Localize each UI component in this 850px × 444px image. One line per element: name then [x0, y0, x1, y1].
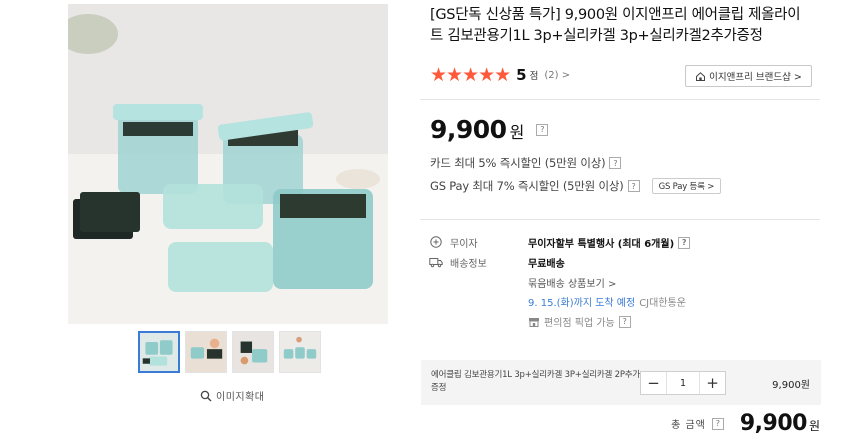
- rating-stars: ★★★★★: [430, 64, 511, 86]
- thumbnail-3[interactable]: [232, 331, 274, 373]
- image-zoom-button[interactable]: 이미지확대: [200, 388, 265, 403]
- interest-free-label: 무이자: [450, 239, 478, 250]
- price-amount: 9,900: [430, 115, 507, 144]
- rating-summary: ★★★★★ 5 점 (2) >: [430, 65, 570, 85]
- rating-unit: 점: [529, 71, 539, 82]
- store-pickup: 편의점 픽업 가능 ?: [528, 314, 631, 329]
- interest-free-icon: [430, 236, 442, 248]
- courier-name: CJ대한통운: [639, 298, 686, 309]
- quantity-input[interactable]: 1: [666, 372, 700, 394]
- gspay-discount-text: GS Pay 최대 7% 즉시할인 (5만원 이상): [430, 179, 624, 193]
- store-icon: [529, 317, 539, 327]
- divider: [420, 219, 820, 220]
- interest-free-help-icon[interactable]: ?: [678, 236, 691, 249]
- option-name: 에어클립 김보관용기1L 3p+실리카겔 3P+실리카겔 2P추가증정: [431, 370, 641, 393]
- price: 9,900 원 ?: [430, 115, 549, 144]
- product-title: [GS단독 신상품 특가] 9,900원 이지앤프리 에어클립 제올라이트 김보…: [430, 7, 801, 44]
- interest-free-text: 무이자할부 특별행사 (최대 6개월): [528, 239, 675, 250]
- quantity-plus-button[interactable]: +: [700, 372, 725, 394]
- free-shipping: 무료배송: [528, 259, 565, 270]
- quantity-stepper: − 1 +: [640, 371, 726, 395]
- thumbnail-2[interactable]: [185, 331, 227, 373]
- card-discount-text: 카드 최대 5% 즉시할인 (5만원 이상): [430, 156, 606, 170]
- magnifier-icon: [200, 390, 212, 401]
- shipping-label: 배송정보: [450, 259, 487, 270]
- option-price: 9,900원: [772, 380, 810, 391]
- zoom-label: 이미지확대: [216, 392, 265, 403]
- quantity-minus-button[interactable]: −: [641, 372, 666, 394]
- arrival-date: 9. 15.(화)까지 도착 예정: [528, 298, 636, 309]
- interest-free-value: 무이자할부 특별행사 (최대 6개월) ?: [528, 235, 691, 250]
- home-icon: [696, 71, 706, 81]
- store-pickup-help-icon[interactable]: ?: [618, 315, 631, 328]
- total-help-icon[interactable]: ?: [711, 417, 724, 430]
- thumbnail-list: [138, 331, 321, 373]
- price-help-icon[interactable]: ?: [536, 123, 549, 136]
- delivery-estimate: 9. 15.(화)까지 도착 예정 CJ대한통운: [528, 294, 686, 309]
- review-count-link[interactable]: (2) >: [544, 70, 570, 81]
- price-unit: 원: [509, 123, 525, 142]
- rating-score: 5: [516, 66, 527, 84]
- store-pickup-text: 편의점 픽업 가능: [544, 318, 615, 329]
- thumbnail-4[interactable]: [279, 331, 321, 373]
- card-discount-help-icon[interactable]: ?: [609, 157, 622, 169]
- total-price: 총 금액 ? 9,900 원: [671, 411, 820, 436]
- total-amount: 9,900: [739, 411, 808, 436]
- truck-icon: [429, 258, 443, 268]
- gspay-discount: GS Pay 최대 7% 즉시할인 (5만원 이상) ? GS Pay 등록 >: [430, 178, 722, 194]
- brand-shop-button[interactable]: 이지앤프리 브랜드샵 >: [685, 65, 812, 87]
- total-label: 총 금액: [671, 420, 706, 431]
- gspay-discount-help-icon[interactable]: ?: [627, 180, 640, 192]
- main-product-image: [68, 4, 388, 324]
- brand-shop-label: 이지앤프리 브랜드샵 >: [709, 72, 802, 83]
- divider: [420, 99, 820, 100]
- total-unit: 원: [808, 419, 820, 433]
- gspay-register-button[interactable]: GS Pay 등록 >: [651, 178, 722, 194]
- card-discount: 카드 최대 5% 즉시할인 (5만원 이상) ?: [430, 155, 622, 171]
- selected-option: 에어클립 김보관용기1L 3p+실리카겔 3P+실리카겔 2P추가증정 − 1 …: [421, 360, 821, 405]
- bundle-shipping-link[interactable]: 묶음배송 상품보기 >: [528, 275, 616, 290]
- thumbnail-1[interactable]: [138, 331, 180, 373]
